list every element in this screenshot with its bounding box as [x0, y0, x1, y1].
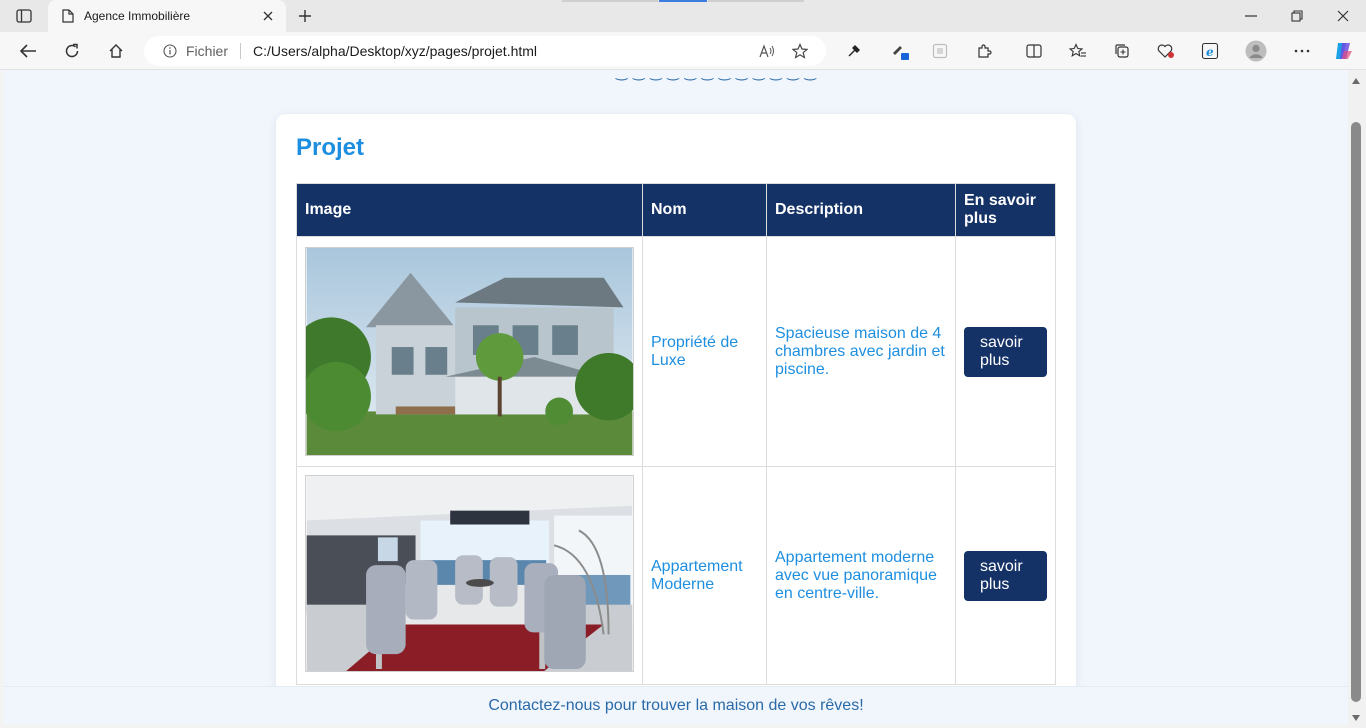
pen-extension-icon[interactable]	[884, 35, 916, 67]
address-scheme-label: Fichier	[186, 43, 229, 59]
scroll-up-arrow-icon[interactable]	[1352, 78, 1360, 84]
info-icon[interactable]	[162, 43, 178, 59]
restore-icon[interactable]	[1274, 0, 1320, 32]
sidebar-toggle-icon[interactable]	[8, 4, 40, 28]
header-image: Image	[296, 183, 643, 237]
header-name: Nom	[642, 183, 767, 237]
internet-explorer-icon[interactable]: e	[1194, 35, 1226, 67]
page-footer: Contactez-nous pour trouver la maison de…	[4, 686, 1348, 724]
favorite-star-icon[interactable]	[784, 37, 816, 65]
collections-icon[interactable]	[1106, 35, 1138, 67]
copilot-icon[interactable]	[1328, 35, 1360, 67]
name-cell: Appartement Moderne	[642, 466, 767, 685]
savoir-plus-button[interactable]: savoir plus	[964, 326, 1047, 377]
page-icon	[60, 8, 76, 24]
close-tab-icon[interactable]	[256, 4, 280, 28]
tab-strip-indicator	[708, 0, 804, 2]
project-card: Projet Image Nom Description En savoir p…	[276, 114, 1076, 724]
property-description: Spacieuse maison de 4 chambres avec jard…	[775, 324, 945, 378]
image-cell	[296, 466, 643, 685]
property-description: Appartement moderne avec vue panoramique…	[775, 548, 937, 602]
new-tab-icon[interactable]	[292, 4, 318, 28]
scrollbar-thumb[interactable]	[1351, 122, 1361, 702]
address-bar[interactable]: Fichier C:/Users/alpha/Desktop/xyz/pages…	[144, 36, 826, 66]
property-name: Propriété de Luxe	[651, 333, 739, 369]
back-arrow-icon[interactable]	[12, 35, 44, 67]
read-aloud-icon[interactable]	[752, 37, 784, 65]
table-row: Appartement Moderne Appartement moderne …	[296, 466, 1056, 685]
eyedropper-icon[interactable]	[838, 35, 870, 67]
disabled-extension-icon[interactable]	[924, 35, 956, 67]
cut-off-nav-text: ‿ ‿ ‿ ‿ ‿ ‿ ‿ ‿ ‿ ‿ ‿ ‿	[616, 70, 817, 80]
image-cell	[296, 236, 643, 467]
description-cell: Spacieuse maison de 4 chambres avec jard…	[766, 236, 956, 467]
modern-apartment-photo	[305, 475, 634, 672]
page-title: Projet	[296, 134, 365, 161]
browser-tab[interactable]: Agence Immobilière	[48, 0, 286, 32]
tab-strip-indicator-active	[659, 0, 707, 2]
tab-strip-indicator	[562, 0, 658, 2]
home-icon[interactable]	[100, 35, 132, 67]
table-row: Propriété de Luxe Spacieuse maison de 4 …	[296, 236, 1056, 467]
table-header-row: Image Nom Description En savoir plus	[296, 183, 1056, 237]
header-more: En savoir plus	[955, 183, 1056, 237]
projects-table: Image Nom Description En savoir plus Pro…	[296, 183, 1056, 685]
page-viewport: ‿ ‿ ‿ ‿ ‿ ‿ ‿ ‿ ‿ ‿ ‿ ‿ Projet Image Nom…	[4, 70, 1348, 724]
savoir-plus-button[interactable]: savoir plus	[964, 550, 1047, 601]
more-options-icon[interactable]	[1286, 35, 1318, 67]
action-cell: savoir plus	[955, 466, 1056, 685]
address-separator	[240, 43, 242, 59]
minimize-icon[interactable]	[1228, 0, 1274, 32]
svg-text:e: e	[1206, 45, 1214, 59]
action-cell: savoir plus	[955, 236, 1056, 467]
property-name: Appartement Moderne	[651, 557, 743, 593]
luxury-house-photo	[305, 247, 634, 456]
browser-essentials-icon[interactable]	[1150, 35, 1182, 67]
extensions-puzzle-icon[interactable]	[968, 35, 1000, 67]
profile-avatar[interactable]	[1240, 35, 1272, 67]
footer-text: Contactez-nous pour trouver la maison de…	[488, 696, 864, 714]
description-cell: Appartement moderne avec vue panoramique…	[766, 466, 956, 685]
scroll-down-arrow-icon[interactable]	[1352, 715, 1360, 721]
favorites-icon[interactable]	[1062, 35, 1094, 67]
split-screen-icon[interactable]	[1018, 35, 1050, 67]
header-description: Description	[766, 183, 956, 237]
vertical-scrollbar[interactable]	[1348, 70, 1366, 728]
browser-titlebar: Agence Immobilière	[0, 0, 1366, 32]
name-cell: Propriété de Luxe	[642, 236, 767, 467]
close-window-icon[interactable]	[1320, 0, 1366, 32]
tab-title: Agence Immobilière	[84, 9, 191, 23]
browser-toolbar: Fichier C:/Users/alpha/Desktop/xyz/pages…	[0, 32, 1366, 70]
refresh-icon[interactable]	[56, 35, 88, 67]
url-text[interactable]: C:/Users/alpha/Desktop/xyz/pages/projet.…	[253, 43, 752, 59]
